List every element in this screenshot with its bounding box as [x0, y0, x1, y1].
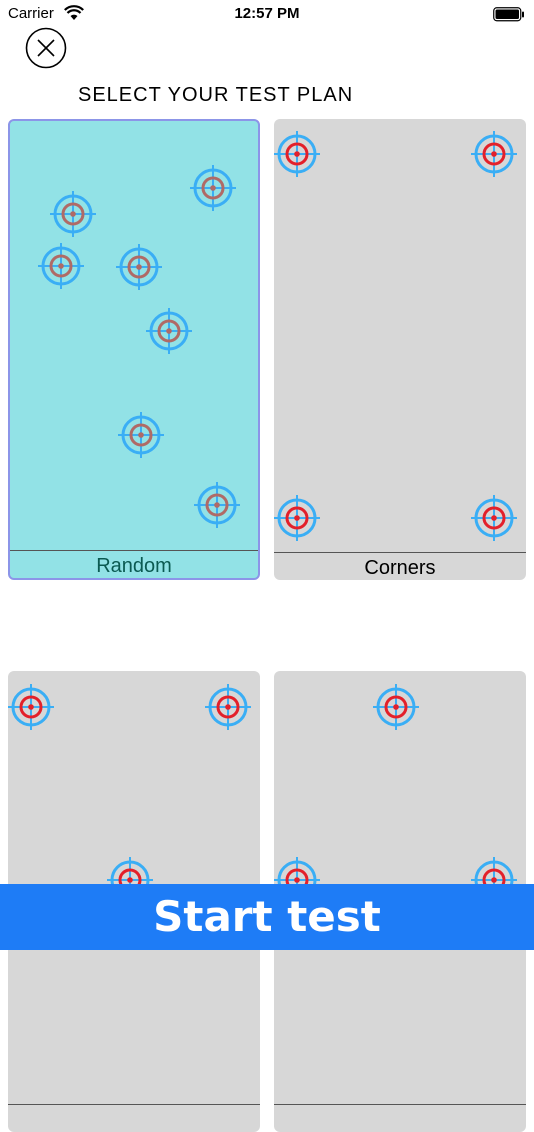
target-icon: [274, 495, 320, 541]
target-icon: [373, 684, 419, 730]
plan-card-random[interactable]: Random: [8, 119, 260, 580]
close-circle-icon: [25, 27, 67, 69]
target-icon: [205, 684, 251, 730]
target-icon: [50, 191, 96, 237]
target-icon: [274, 131, 320, 177]
close-button[interactable]: [25, 27, 67, 69]
target-icon: [471, 131, 517, 177]
status-time: 12:57 PM: [234, 5, 300, 22]
plan-label: Random: [96, 555, 172, 577]
battery-icon: [493, 7, 524, 22]
plan-label: Corners: [364, 557, 436, 579]
page-title: SELECT YOUR TEST PLAN: [78, 84, 354, 106]
target-icon: [190, 165, 236, 211]
plan-card-corners[interactable]: Corners: [274, 119, 526, 580]
target-icon: [194, 482, 240, 528]
plan-label: [274, 1105, 526, 1132]
status-bar: Carrier 12:57 PM: [0, 0, 534, 28]
target-icon: [8, 684, 54, 730]
target-icon: [116, 244, 162, 290]
target-icon: [118, 412, 164, 458]
start-test-button[interactable]: Start test: [0, 884, 534, 950]
target-icon: [38, 243, 84, 289]
plan-label: [8, 1105, 260, 1132]
target-icon: [471, 495, 517, 541]
target-icon: [146, 308, 192, 354]
